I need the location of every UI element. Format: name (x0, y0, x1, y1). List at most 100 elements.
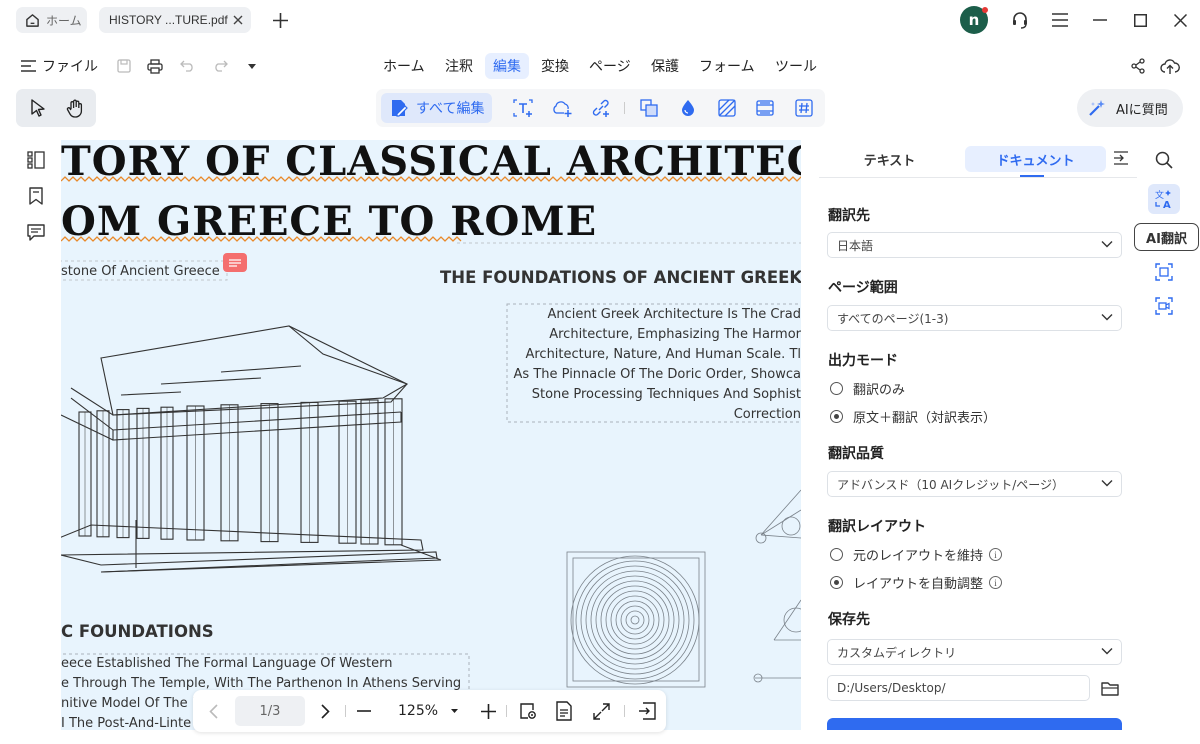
thumbnails-icon[interactable] (24, 148, 48, 172)
zoom-dropdown-icon[interactable] (449, 707, 459, 715)
save-location-select[interactable]: カスタムディレクトリ (827, 639, 1122, 665)
document-page[interactable]: TORY OF CLASSICAL ARCHITECTUR OM GREECE … (61, 140, 801, 730)
tab-label: 編集 (493, 59, 521, 75)
tab-label: フォーム (699, 59, 755, 75)
bookmark-icon[interactable] (24, 184, 48, 208)
zoom-in-icon[interactable] (478, 701, 498, 721)
tab-text[interactable]: テキスト (827, 146, 952, 172)
add-text-icon[interactable] (511, 96, 535, 120)
info-icon[interactable]: i (989, 548, 1003, 561)
background-icon[interactable] (715, 96, 739, 120)
info-icon[interactable]: i (989, 576, 1003, 589)
search-icon[interactable] (1152, 148, 1176, 172)
tab-home[interactable]: ホーム (16, 7, 87, 33)
page-view-icon[interactable] (553, 700, 575, 722)
output-mode-translation-only[interactable]: 翻訳のみ (830, 379, 905, 398)
minimize-icon[interactable] (1090, 10, 1110, 30)
nav-divider (506, 705, 507, 717)
translate-button[interactable] (827, 718, 1122, 730)
share-icon[interactable] (1128, 56, 1148, 76)
quick-access-dropdown-icon[interactable] (245, 59, 259, 73)
headset-icon[interactable] (1009, 9, 1031, 31)
tab-form[interactable]: フォーム (691, 53, 763, 79)
comment-icon[interactable] (24, 220, 48, 244)
output-mode-bilingual[interactable]: 原文＋翻訳（対訳表示） (830, 407, 996, 426)
geometry-sketch (753, 489, 801, 683)
section-heading-left: C FOUNDATIONS (61, 622, 214, 641)
radio-button (830, 382, 843, 395)
bates-number-icon[interactable] (792, 96, 816, 120)
tab-document-translate[interactable]: ドキュメント (965, 146, 1106, 172)
fullscreen-icon[interactable] (590, 700, 612, 722)
paragraph-line: As The Pinnacle Of The Doric Order, Show… (513, 367, 801, 382)
tab-page[interactable]: ページ (581, 53, 639, 79)
cloud-upload-icon[interactable] (1159, 56, 1181, 76)
collapse-panel-icon[interactable] (636, 700, 658, 722)
undo-icon[interactable] (178, 57, 196, 75)
panel-collapse-icon[interactable] (1111, 148, 1131, 168)
previous-page-icon[interactable] (203, 701, 223, 721)
menu-icon[interactable] (1050, 10, 1070, 30)
diagram-ring (590, 575, 680, 665)
comment-marker-icon[interactable] (223, 253, 247, 272)
hand-tool-icon[interactable] (63, 96, 87, 120)
tab-label: 保護 (651, 59, 679, 75)
next-page-icon[interactable] (315, 701, 335, 721)
zoom-level[interactable]: 125% (398, 703, 438, 719)
document-tab-label: HISTORY ...TURE.pdf (109, 13, 228, 27)
tab-annotate[interactable]: 注釈 (437, 53, 481, 79)
folder-icon[interactable] (1099, 678, 1121, 698)
svg-text:A: A (1163, 200, 1171, 209)
quality-label: 翻訳品質 (828, 446, 884, 462)
close-tab-icon[interactable] (231, 13, 245, 27)
tab-label: ツール (775, 59, 817, 75)
tab-document[interactable]: HISTORY ...TURE.pdf (99, 7, 251, 33)
diagram-ring (570, 555, 700, 685)
new-tab-icon[interactable] (271, 11, 289, 29)
print-icon[interactable] (146, 57, 164, 75)
radio-label: 翻訳のみ (853, 383, 906, 398)
page-range-select[interactable]: すべてのページ(1-3) (827, 305, 1122, 331)
tab-convert[interactable]: 変換 (533, 53, 577, 79)
select-cursor-icon[interactable] (26, 96, 50, 120)
radio-button-selected (830, 576, 843, 589)
ai-translate-label: AI翻訳 (1146, 231, 1187, 247)
quality-select[interactable]: アドバンスド（10 AIクレジット/ページ） (827, 471, 1122, 497)
maximize-icon[interactable] (1130, 10, 1150, 30)
add-image-icon[interactable] (551, 96, 575, 120)
zoom-out-icon[interactable] (354, 701, 374, 721)
fit-page-icon[interactable] (517, 700, 539, 722)
save-location-value: カスタムディレクトリ (837, 645, 957, 660)
file-menu[interactable]: ファイル (20, 56, 98, 76)
image-caption: stone Of Ancient Greece (61, 264, 220, 279)
ai-ask-button[interactable]: AIに質問 (1077, 89, 1183, 127)
page-number-input[interactable]: 1/3 (235, 696, 305, 726)
edit-all-button[interactable]: すべて編集 (381, 93, 492, 123)
add-link-icon[interactable] (589, 96, 613, 120)
save-icon[interactable] (115, 57, 133, 75)
nav-divider (345, 705, 346, 717)
save-path-input[interactable]: D:/Users/Desktop/ (827, 675, 1090, 701)
tab-text-label: テキスト (863, 153, 916, 169)
crop-icon[interactable] (637, 96, 661, 120)
ocr-icon[interactable] (1152, 260, 1176, 284)
close-window-icon[interactable] (1170, 10, 1190, 30)
target-language-select[interactable]: 日本語 (827, 232, 1122, 258)
tab-home-menu[interactable]: ホーム (375, 53, 433, 79)
layout-keep-original[interactable]: 元のレイアウトを維持 i (830, 545, 1003, 564)
screen-record-icon[interactable] (1152, 294, 1176, 318)
header-footer-icon[interactable] (753, 96, 777, 120)
nav-divider (624, 705, 625, 717)
translate-icon[interactable]: 文A (1148, 184, 1180, 214)
tab-edit[interactable]: 編集 (485, 53, 529, 79)
temple-illustration (61, 325, 442, 573)
watermark-icon[interactable] (676, 96, 700, 120)
paragraph-line: Architecture, Emphasizing The Harmor (549, 327, 801, 342)
redo-icon[interactable] (211, 57, 229, 75)
save-path-value: D:/Users/Desktop/ (837, 681, 946, 695)
section-heading-right: THE FOUNDATIONS OF ANCIENT GREEK AR (440, 268, 801, 287)
tab-tools[interactable]: ツール (767, 53, 825, 79)
layout-auto-adjust[interactable]: レイアウトを自動調整 i (830, 573, 1003, 592)
target-language-value: 日本語 (837, 238, 874, 253)
tab-protect[interactable]: 保護 (643, 53, 687, 79)
